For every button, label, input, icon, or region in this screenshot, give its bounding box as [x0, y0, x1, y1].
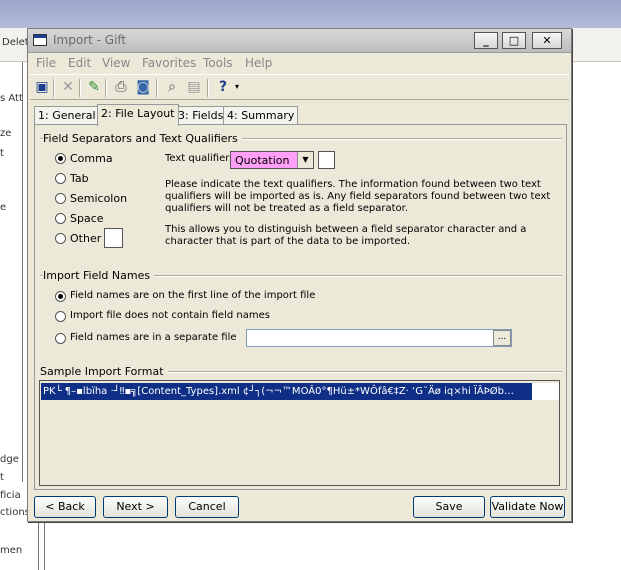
- menu-help[interactable]: Help: [245, 56, 272, 70]
- menubar: File Edit View Favorites Tools Help: [28, 53, 571, 73]
- menu-favorites[interactable]: Favorites: [142, 56, 196, 70]
- background-fragment: t: [0, 148, 4, 159]
- save-icon[interactable]: ▣: [33, 78, 51, 96]
- import-dialog: Import - Gift _ □ ✕ File Edit View Favor…: [27, 28, 572, 522]
- print-preview-icon[interactable]: ◙: [134, 78, 152, 96]
- toolbar: ▣ ✕ ✎ ⎙ ◙ ⌕ ▤ ? ▾: [30, 74, 569, 100]
- background-app-right-pane: [572, 62, 621, 570]
- radio-semicolon[interactable]: [55, 193, 66, 204]
- text-qualifier-value: Quotation: [235, 154, 290, 167]
- radio-space[interactable]: [55, 213, 66, 224]
- back-button[interactable]: < Back: [34, 496, 96, 518]
- radio-other-label: Other: [70, 232, 102, 245]
- close-button[interactable]: ✕: [532, 32, 562, 49]
- properties-icon[interactable]: ▤: [185, 78, 203, 96]
- toolbar-separator: [53, 79, 55, 97]
- tab-label: 1: General: [38, 109, 96, 122]
- background-fragment: t: [0, 472, 4, 483]
- radio-tab[interactable]: [55, 173, 66, 184]
- toolbar-separator: [207, 79, 209, 97]
- print-icon[interactable]: ⎙: [112, 78, 130, 96]
- minimize-button[interactable]: _: [474, 32, 498, 49]
- save-button[interactable]: Save: [413, 496, 485, 518]
- background-toolbar-text: Delet: [2, 37, 29, 48]
- separate-file-path-input[interactable]: [246, 329, 512, 347]
- tab-label: 3: Fields: [178, 109, 224, 122]
- window-icon: [33, 34, 47, 46]
- sample-import-preview[interactable]: PK└ ¶–▪lbïha ·┘‼▪╗[Content_Types].xml ¢┘…: [39, 380, 560, 486]
- background-divider: [22, 62, 23, 482]
- qualifier-info-text: Please indicate the text qualifiers. The…: [165, 179, 551, 214]
- validate-now-button[interactable]: Validate Now: [490, 496, 565, 518]
- find-icon[interactable]: ⌕: [163, 78, 181, 96]
- menu-file[interactable]: File: [36, 56, 56, 70]
- dropdown-icon[interactable]: ▾: [228, 78, 246, 96]
- radio-space-label: Space: [70, 212, 104, 225]
- background-bottom: [0, 522, 621, 570]
- radio-other[interactable]: [55, 233, 66, 244]
- cancel-button[interactable]: Cancel: [175, 496, 239, 518]
- separators-group-title: Field Separators and Text Qualifiers: [43, 132, 242, 145]
- tab-label: 2: File Layout: [101, 107, 175, 120]
- other-separator-input[interactable]: [104, 228, 123, 248]
- next-button[interactable]: Next >: [103, 496, 168, 518]
- wizard-icon[interactable]: ✎: [85, 78, 103, 96]
- tab-fields[interactable]: 3: Fields: [174, 106, 228, 125]
- toolbar-separator: [156, 79, 158, 97]
- toolbar-separator: [79, 79, 81, 97]
- sample-group-title: Sample Import Format: [40, 365, 168, 378]
- radio-comma[interactable]: [55, 153, 66, 164]
- tab-label: 4: Summary: [227, 109, 295, 122]
- text-qualifier-custom-input[interactable]: [318, 151, 335, 169]
- menu-view[interactable]: View: [102, 56, 130, 70]
- radio-separate-file-label: Field names are in a separate file: [70, 332, 237, 343]
- tab-file-layout[interactable]: 2: File Layout: [97, 104, 179, 126]
- sample-line-end: [532, 383, 559, 400]
- delete-icon[interactable]: ✕: [59, 78, 77, 96]
- radio-field-names-first-line-label: Field names are on the first line of the…: [70, 290, 316, 301]
- radio-tab-label: Tab: [70, 172, 89, 185]
- background-divider: [38, 518, 39, 570]
- tab-general[interactable]: 1: General: [34, 106, 100, 125]
- text-qualifier-select[interactable]: Quotation ▼: [230, 151, 314, 169]
- chevron-down-icon[interactable]: ▼: [297, 152, 313, 168]
- field-names-group-title: Import Field Names: [43, 269, 155, 282]
- background-fragment: s Att: [0, 93, 23, 104]
- maximize-button[interactable]: □: [502, 32, 526, 49]
- tab-summary[interactable]: 4: Summary: [223, 106, 299, 125]
- background-fragment: ficia: [0, 490, 21, 501]
- radio-no-field-names[interactable]: [55, 311, 66, 322]
- radio-no-field-names-label: Import file does not contain field names: [70, 310, 270, 321]
- browse-button[interactable]: ...: [493, 330, 511, 346]
- radio-separate-file[interactable]: [55, 333, 66, 344]
- menu-edit[interactable]: Edit: [68, 56, 91, 70]
- background-fragment: ze: [0, 128, 12, 139]
- radio-comma-label: Comma: [70, 152, 113, 165]
- separator-info-text: This allows you to distinguish between a…: [165, 224, 527, 247]
- window-title: Import - Gift: [53, 33, 127, 47]
- background-fragment: e: [0, 202, 7, 213]
- background-divider: [44, 518, 45, 570]
- background-fragment: men: [0, 545, 23, 556]
- background-fragment: ctions: [0, 507, 30, 518]
- toolbar-separator: [105, 79, 107, 97]
- background-app-titlebar: [0, 0, 621, 28]
- background-fragment: dge: [0, 454, 19, 465]
- titlebar[interactable]: Import - Gift _ □ ✕: [28, 29, 571, 53]
- text-qualifier-label: Text qualifier:: [165, 153, 233, 164]
- sample-import-line[interactable]: PK└ ¶–▪lbïha ·┘‼▪╗[Content_Types].xml ¢┘…: [41, 383, 532, 400]
- menu-tools[interactable]: Tools: [203, 56, 233, 70]
- radio-semicolon-label: Semicolon: [70, 192, 128, 205]
- radio-field-names-first-line[interactable]: [55, 291, 66, 302]
